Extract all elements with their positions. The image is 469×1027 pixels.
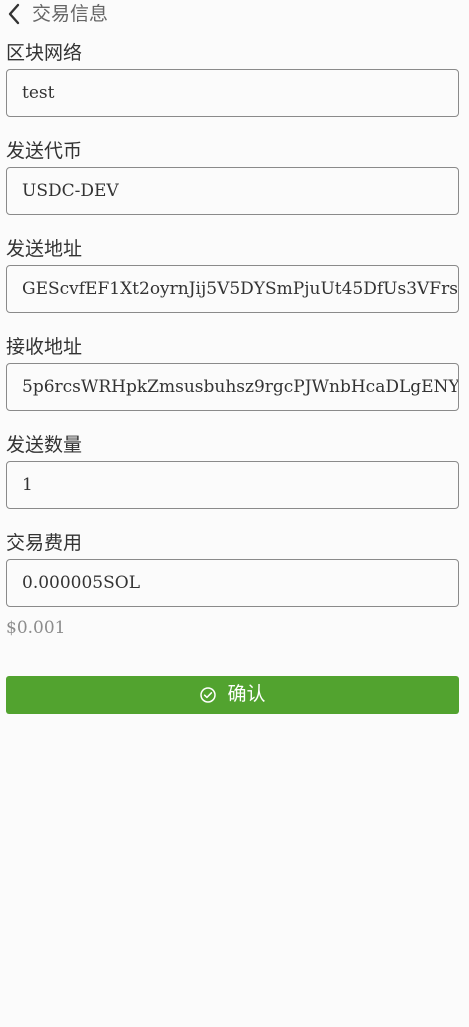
fee-usd-value: $0.001 xyxy=(6,618,66,638)
check-circle-icon xyxy=(199,686,217,704)
chevron-left-icon xyxy=(8,3,20,25)
amount-input-box[interactable] xyxy=(6,461,459,509)
receiver-address-input[interactable] xyxy=(22,377,458,397)
receiver-address-label: 接收地址 xyxy=(6,336,83,358)
token-input[interactable] xyxy=(22,181,458,201)
receiver-address-input-box[interactable] xyxy=(6,363,459,411)
network-label: 区块网络 xyxy=(6,42,83,64)
fee-field: 交易费用 xyxy=(6,530,459,607)
amount-field: 发送数量 xyxy=(6,432,459,509)
confirm-button[interactable]: 确认 xyxy=(6,676,459,714)
sender-address-field: 发送地址 xyxy=(6,236,459,313)
fee-input[interactable] xyxy=(22,573,458,593)
amount-label: 发送数量 xyxy=(6,434,83,456)
sender-address-input-box[interactable] xyxy=(6,265,459,313)
network-field: 区块网络 xyxy=(6,40,459,117)
back-button[interactable] xyxy=(0,0,28,28)
sender-address-input[interactable] xyxy=(22,279,458,299)
token-input-box[interactable] xyxy=(6,167,459,215)
network-input-box[interactable] xyxy=(6,69,459,117)
token-label: 发送代币 xyxy=(6,140,83,162)
token-field: 发送代币 xyxy=(6,138,459,215)
page-title: 交易信息 xyxy=(32,3,109,25)
network-input[interactable] xyxy=(22,83,458,103)
fee-label: 交易费用 xyxy=(6,532,83,554)
confirm-label: 确认 xyxy=(227,684,266,705)
receiver-address-field: 接收地址 xyxy=(6,334,459,411)
header: 交易信息 xyxy=(0,0,469,28)
amount-input[interactable] xyxy=(22,475,458,495)
fee-input-box[interactable] xyxy=(6,559,459,607)
sender-address-label: 发送地址 xyxy=(6,238,83,260)
